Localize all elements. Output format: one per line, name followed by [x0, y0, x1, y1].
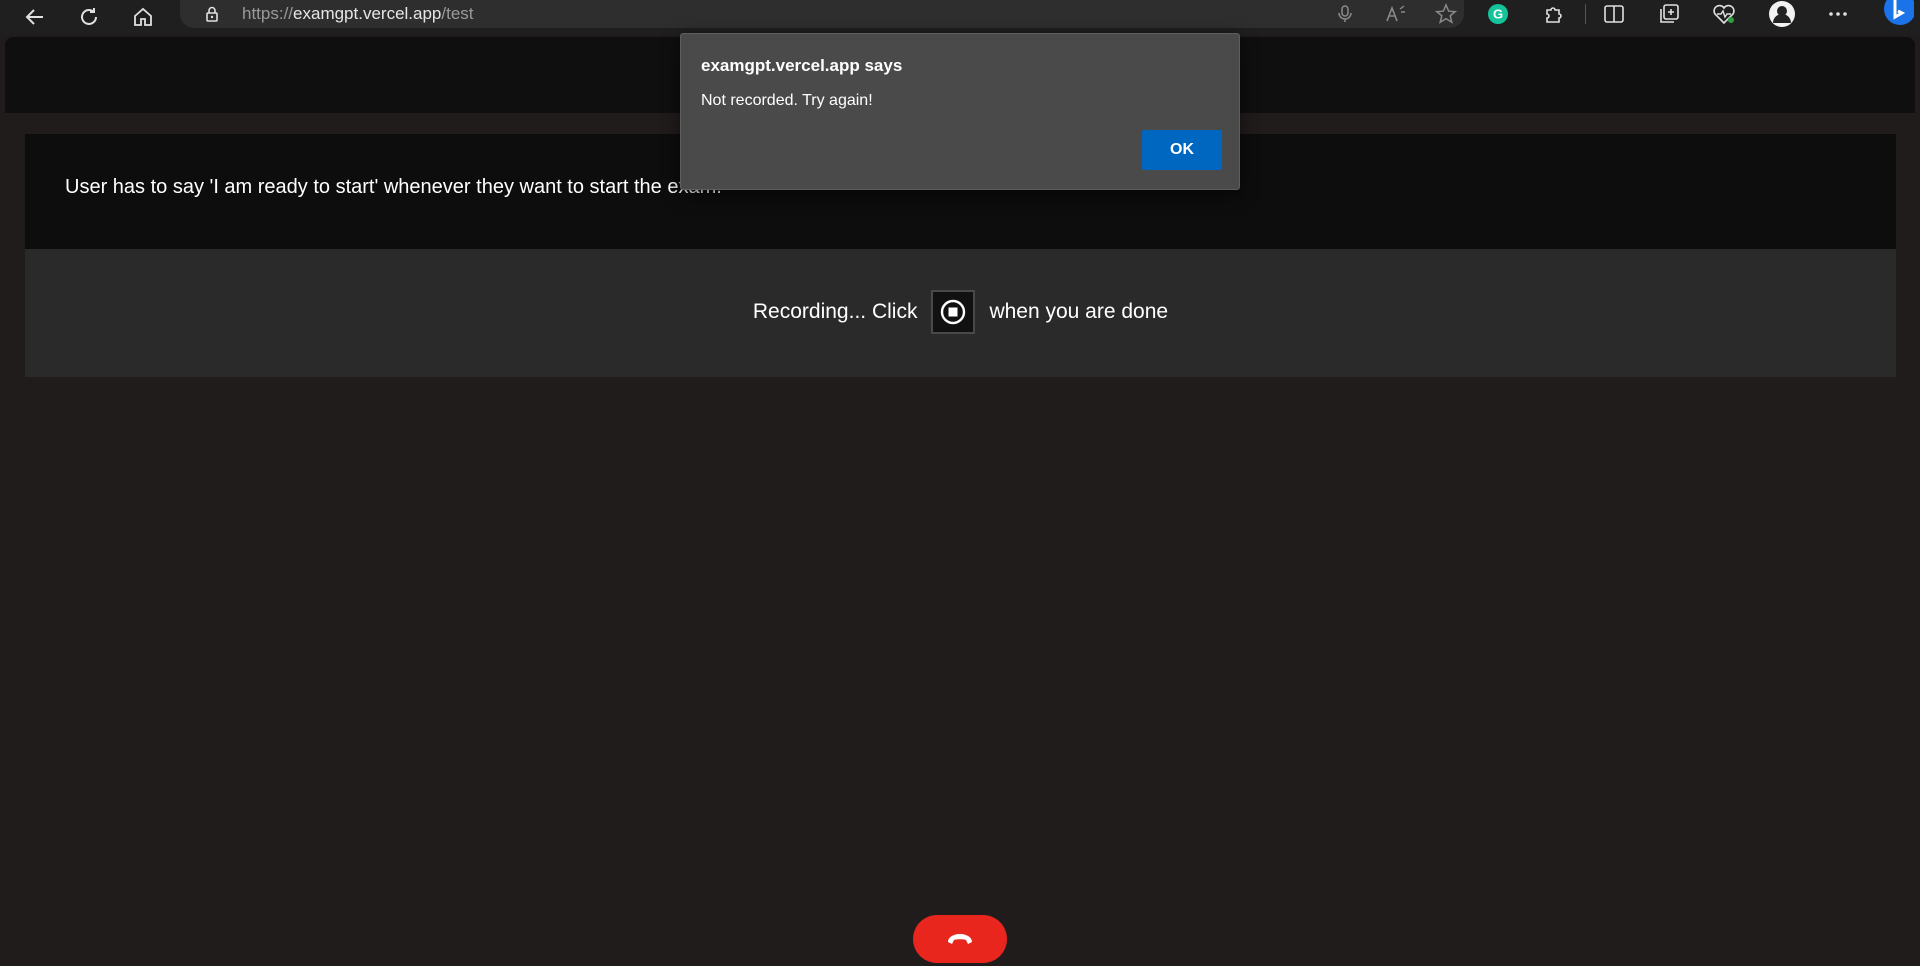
url-scheme: https://: [242, 4, 294, 23]
bing-copilot-button[interactable]: [1876, 0, 1916, 28]
grammarly-button[interactable]: G: [1482, 0, 1514, 28]
profile-button[interactable]: [1766, 0, 1798, 28]
favorite-star-icon: [1435, 3, 1457, 24]
browser-essentials-icon: [1713, 4, 1735, 25]
extensions-icon: [1546, 7, 1562, 23]
end-call-button[interactable]: [913, 915, 1007, 963]
recording-card: Recording... Click when you are done: [25, 249, 1896, 377]
url-text[interactable]: https://examgpt.vercel.app/test: [242, 4, 474, 24]
recording-prefix-text: Recording... Click: [752, 300, 918, 323]
split-screen-icon: [1604, 5, 1624, 23]
browser-toolbar: https://examgpt.vercel.app/test G: [0, 0, 1920, 35]
refresh-button[interactable]: [74, 2, 104, 32]
browser-essentials-button[interactable]: [1708, 0, 1740, 28]
read-aloud-icon: [1386, 5, 1405, 22]
stop-circle-icon: [941, 299, 966, 325]
more-menu-icon: [1829, 12, 1847, 16]
home-button[interactable]: [128, 2, 158, 32]
collections-button[interactable]: [1653, 0, 1685, 28]
read-aloud-button[interactable]: [1382, 0, 1410, 28]
home-icon: [134, 7, 152, 26]
lock-icon: [206, 6, 218, 22]
recording-suffix-text: when you are done: [989, 300, 1169, 323]
split-screen-button[interactable]: [1598, 0, 1630, 28]
url-path: /test: [441, 4, 474, 23]
alert-title: examgpt.vercel.app says: [701, 56, 903, 75]
alert-message: Not recorded. Try again!: [701, 92, 873, 109]
hang-up-phone-icon: [948, 934, 972, 944]
toolbar-separator: [1585, 4, 1586, 24]
url-host: examgpt.vercel.app: [293, 4, 442, 23]
stop-recording-button[interactable]: [931, 290, 976, 334]
voice-search-button[interactable]: [1331, 0, 1359, 28]
svg-text:G: G: [1493, 7, 1503, 22]
site-info-button[interactable]: [198, 0, 226, 28]
back-arrow-icon: [25, 9, 43, 25]
alert-dialog: examgpt.vercel.app says Not recorded. Tr…: [680, 33, 1240, 190]
grammarly-icon: G: [1488, 4, 1508, 24]
refresh-icon: [81, 8, 97, 25]
back-button[interactable]: [20, 2, 50, 32]
extensions-button[interactable]: [1538, 0, 1570, 28]
recording-status: Recording... Click when you are done: [25, 289, 1896, 335]
ok-button[interactable]: OK: [1142, 130, 1222, 170]
address-bar[interactable]: https://examgpt.vercel.app/test: [180, 0, 1464, 28]
microphone-icon: [1338, 5, 1352, 22]
favorite-button[interactable]: [1432, 0, 1460, 28]
instruction-text: User has to say 'I am ready to start' wh…: [65, 176, 722, 198]
profile-avatar-icon: [1769, 1, 1795, 27]
bing-copilot-icon: [1884, 0, 1914, 25]
collections-icon: [1660, 4, 1679, 23]
more-menu-button[interactable]: [1822, 0, 1854, 28]
